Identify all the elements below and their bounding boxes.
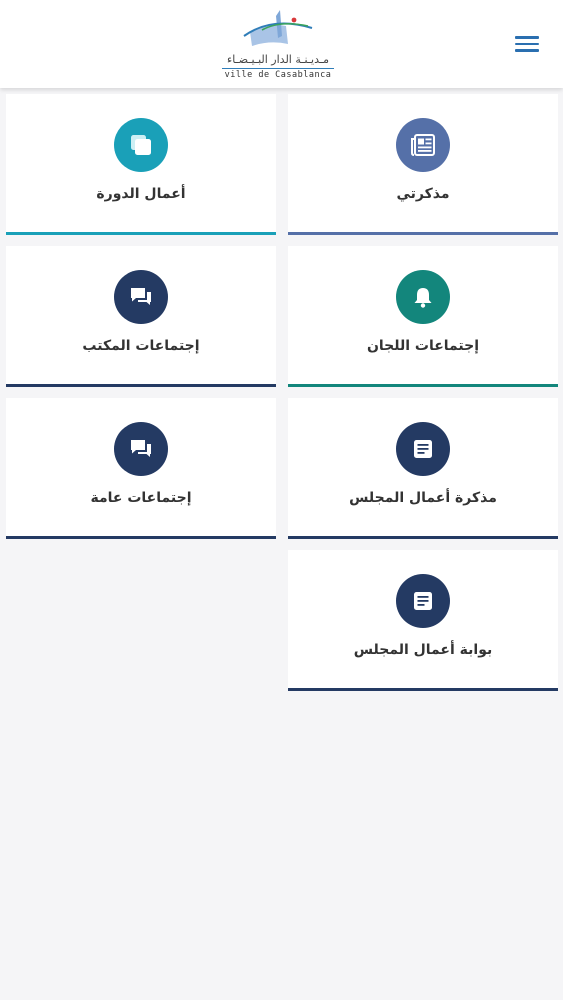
- card-label: بوابة أعمال المجلس: [353, 642, 493, 658]
- card-council-portal[interactable]: بوابة أعمال المجلس: [288, 550, 558, 691]
- card-general-meetings[interactable]: إجتماعات عامة: [6, 398, 276, 539]
- logo-arabic-text: مـديـنـة الدار البـيـضـاء: [227, 53, 329, 66]
- card-label: مذكرة أعمال المجلس: [349, 490, 497, 506]
- card-accent-bar: [288, 688, 558, 691]
- card-label: إجتماعات المكتب: [82, 338, 200, 354]
- card-accent-bar: [6, 536, 276, 539]
- card-label: مذكرتي: [396, 186, 450, 202]
- card-accent-bar: [288, 384, 558, 387]
- document-icon: [396, 422, 450, 476]
- card-label: أعمال الدورة: [96, 186, 186, 202]
- chat-icon: [114, 270, 168, 324]
- newspaper-icon: [396, 118, 450, 172]
- card-committee-meetings[interactable]: إجتماعات اللجان: [288, 246, 558, 387]
- card-session-works[interactable]: أعمال الدورة: [6, 94, 276, 235]
- casablanca-logo: مـديـنـة الدار البـيـضـاء ville de Casab…: [222, 6, 334, 82]
- menu-line: [515, 49, 539, 52]
- logo-french-text: ville de Casablanca: [222, 68, 334, 80]
- menu-line: [515, 36, 539, 39]
- menu-line: [515, 42, 539, 45]
- menu-button[interactable]: [515, 36, 539, 54]
- card-accent-bar: [288, 232, 558, 235]
- app-header: مـديـنـة الدار البـيـضـاء ville de Casab…: [0, 0, 563, 88]
- logo-mark-icon: [243, 10, 313, 46]
- card-accent-bar: [288, 536, 558, 539]
- card-accent-bar: [6, 384, 276, 387]
- document-icon: [396, 574, 450, 628]
- card-council-memo[interactable]: مذكرة أعمال المجلس: [288, 398, 558, 539]
- card-label: إجتماعات عامة: [90, 490, 192, 506]
- copy-icon: [114, 118, 168, 172]
- bell-icon: [396, 270, 450, 324]
- card-my-notes[interactable]: مذكرتي: [288, 94, 558, 235]
- chat-icon: [114, 422, 168, 476]
- card-office-meetings[interactable]: إجتماعات المكتب: [6, 246, 276, 387]
- card-label: إجتماعات اللجان: [366, 338, 480, 354]
- card-accent-bar: [6, 232, 276, 235]
